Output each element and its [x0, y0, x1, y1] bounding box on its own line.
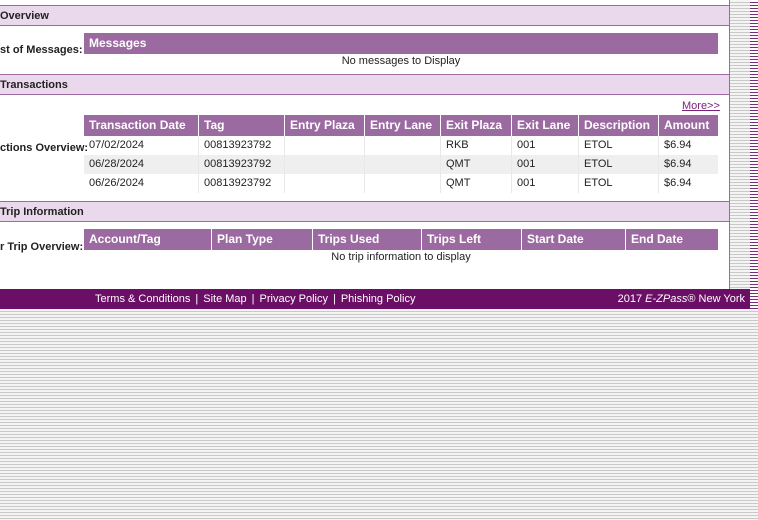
trip-section-header: Trip Information: [0, 201, 729, 222]
table-row: 06/26/2024 00813923792 QMT 001 ETOL $6.9…: [84, 174, 718, 193]
table-row: 07/02/2024 00813923792 RKB 001 ETOL $6.9…: [84, 136, 718, 155]
cell-entry-plaza: [284, 155, 364, 174]
col-trips-left[interactable]: Trips Left: [421, 229, 521, 250]
terms-link[interactable]: Terms & Conditions: [95, 293, 190, 305]
cell-exit-lane: 001: [511, 136, 578, 155]
messages-column-header: Messages: [89, 36, 147, 50]
cell-tag: 00813923792: [198, 155, 284, 174]
cell-exit-plaza: QMT: [440, 174, 511, 193]
cell-entry-plaza: [284, 174, 364, 193]
cell-tag: 00813923792: [198, 136, 284, 155]
copyright: 2017 E-ZPass® New York: [618, 289, 745, 309]
trip-row-label: r Trip Overview:: [0, 241, 84, 253]
cell-description: ETOL: [578, 174, 658, 193]
col-plan-type[interactable]: Plan Type: [211, 229, 312, 250]
col-exit-lane[interactable]: Exit Lane: [511, 115, 578, 136]
trip-table-header: Account/Tag Plan Type Trips Used Trips L…: [84, 229, 718, 250]
cell-tag: 00813923792: [198, 174, 284, 193]
footer-separator: |: [195, 293, 199, 305]
cell-transaction-date: 06/26/2024: [89, 177, 145, 189]
col-entry-plaza[interactable]: Entry Plaza: [284, 115, 364, 136]
footer-links: Terms & Conditions | Site Map | Privacy Poli…: [95, 289, 415, 309]
copyright-brand: E-ZPass: [645, 293, 688, 305]
cell-exit-lane: 001: [511, 155, 578, 174]
cell-description: ETOL: [578, 155, 658, 174]
trip-section-title: Trip Information: [0, 206, 84, 218]
cell-transaction-date: 06/28/2024: [89, 158, 145, 170]
copyright-year: 2017: [617, 293, 643, 305]
account-overview-panel: Overview st of Messages: Messages No mes…: [0, 0, 730, 290]
transactions-row-label: ctions Overview:: [0, 142, 89, 154]
transactions-section-header: Transactions: [0, 74, 729, 95]
col-trips-used[interactable]: Trips Used: [312, 229, 421, 250]
col-description[interactable]: Description: [578, 115, 658, 136]
col-account-tag[interactable]: Account/Tag: [84, 229, 211, 250]
footer: Terms & Conditions | Site Map | Privacy Poli…: [0, 289, 750, 309]
messages-table-header: Messages: [84, 33, 718, 54]
cell-exit-lane: 001: [511, 174, 578, 193]
messages-row-label: st of Messages:: [0, 44, 83, 56]
messages-empty-text: No messages to Display: [341, 55, 461, 67]
cell-amount: $6.94: [658, 136, 718, 155]
cell-entry-lane: [364, 136, 440, 155]
cell-entry-lane: [364, 174, 440, 193]
cell-amount: $6.94: [658, 174, 718, 193]
privacy-policy-link[interactable]: Privacy Policy: [260, 293, 328, 305]
cell-exit-plaza: QMT: [440, 155, 511, 174]
col-end-date[interactable]: End Date: [625, 229, 718, 250]
cell-exit-plaza: RKB: [440, 136, 511, 155]
more-transactions-link[interactable]: More>>: [682, 100, 720, 112]
trip-empty-text: No trip information to display: [331, 251, 471, 263]
col-exit-plaza[interactable]: Exit Plaza: [440, 115, 511, 136]
footer-separator: |: [251, 293, 255, 305]
col-start-date[interactable]: Start Date: [521, 229, 625, 250]
cell-entry-plaza: [284, 136, 364, 155]
col-tag[interactable]: Tag: [198, 115, 284, 136]
transactions-section-title: Transactions: [0, 79, 68, 91]
col-amount[interactable]: Amount: [658, 115, 718, 136]
site-map-link[interactable]: Site Map: [203, 293, 246, 305]
overview-section-header: Overview: [0, 5, 729, 26]
cell-entry-lane: [364, 155, 440, 174]
overview-section-title: Overview: [0, 10, 49, 22]
footer-separator: |: [332, 293, 336, 305]
cell-transaction-date: 07/02/2024: [89, 139, 145, 151]
table-row: 06/28/2024 00813923792 QMT 001 ETOL $6.9…: [84, 155, 718, 174]
cell-description: ETOL: [578, 136, 658, 155]
phishing-policy-link[interactable]: Phishing Policy: [341, 293, 416, 305]
transactions-table-header: Transaction Date Tag Entry Plaza Entry L…: [84, 115, 718, 136]
cell-amount: $6.94: [658, 155, 718, 174]
decorative-stripes: [750, 0, 758, 310]
copyright-suffix: ® New York: [687, 293, 745, 305]
col-transaction-date[interactable]: Transaction Date: [84, 115, 198, 136]
col-entry-lane[interactable]: Entry Lane: [364, 115, 440, 136]
